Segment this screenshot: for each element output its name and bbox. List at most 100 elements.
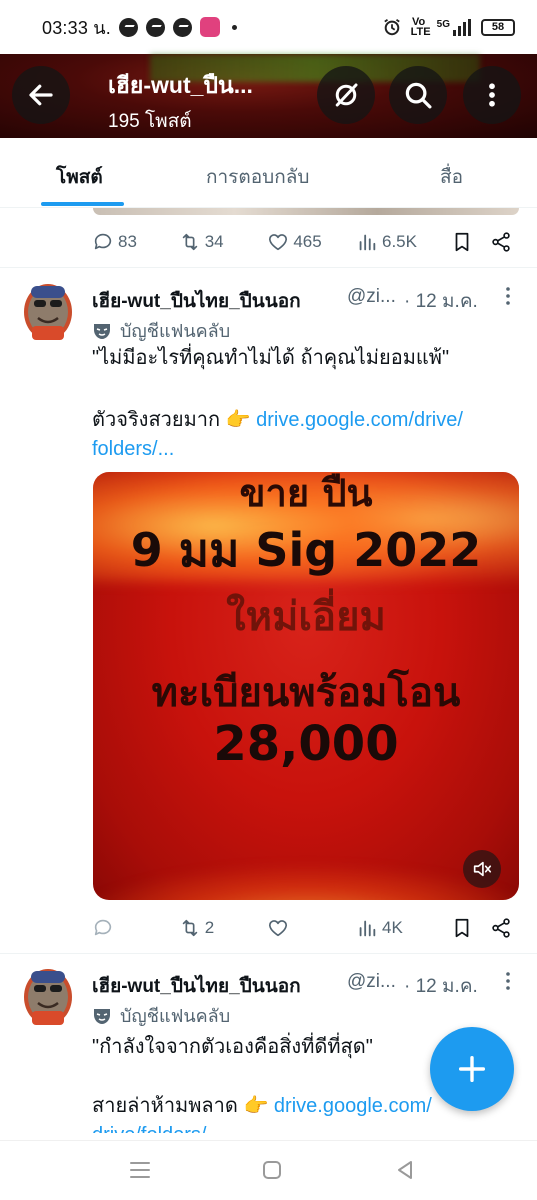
bookmark-icon <box>455 232 468 252</box>
volume-muted-icon <box>473 861 492 877</box>
fan-account-label: บัญชีแฟนคลับ <box>92 316 230 345</box>
arrow-left-icon <box>29 84 53 106</box>
share-icon <box>492 232 510 252</box>
reply-button[interactable]: 83 <box>92 231 179 253</box>
tweet-link[interactable]: drive.google.com/ <box>274 1095 432 1117</box>
bookmark-icon <box>455 918 468 938</box>
tweet-text-line: ตัวจริงสวยมาก 👉 drive.google.com/drive/ <box>92 406 522 435</box>
fan-account-label: บัญชีแฟนคลับ <box>92 1001 230 1030</box>
views-button[interactable]: 6.5K <box>356 231 451 253</box>
video-text-line: 9 มม Sig 2022 <box>130 523 482 577</box>
reply-icon <box>94 919 112 936</box>
fan-account-text: บัญชีแฟนคลับ <box>120 321 231 341</box>
messenger-icon <box>145 17 165 37</box>
fan-account-text: บัญชีแฟนคลับ <box>120 1006 231 1026</box>
reply-button[interactable] <box>92 917 179 939</box>
volte-icon: Vo LTE <box>410 16 431 38</box>
back-nav-icon[interactable] <box>392 1157 418 1183</box>
messenger-icon <box>118 17 138 37</box>
retweet-count: 34 <box>204 232 224 251</box>
fire-effect <box>93 862 519 900</box>
tweet-more-icon[interactable] <box>501 285 515 307</box>
author-name[interactable]: เฮีย-wut_ปืนไทย_ปืนนอก <box>92 971 301 1001</box>
views-button[interactable]: 4K <box>356 917 451 939</box>
tweet-link-continued[interactable]: folders/... <box>92 435 522 464</box>
profile-header: เฮีย-wut_ปืน... 195 โพสต์ <box>0 54 537 138</box>
views-count: 6.5K <box>382 232 417 251</box>
tweet-date[interactable]: · 12 ม.ค. <box>404 286 478 316</box>
more-options-button[interactable] <box>463 66 521 124</box>
reply-count: 83 <box>118 232 137 251</box>
retweet-button[interactable]: 2 <box>179 917 268 939</box>
tweet-text-prefix: ตัวจริงสวยมาก 👉 <box>92 409 257 431</box>
share-button[interactable] <box>490 917 512 939</box>
tweet-actions: 2 4K <box>92 913 512 943</box>
system-navigation-bar <box>0 1140 537 1200</box>
tab-replies[interactable]: การตอบกลับ <box>206 162 309 192</box>
tweet-video[interactable]: ขาย ปืน 9 มม Sig 2022 ใหม่เอี่ยม ทะเบียน… <box>93 472 519 900</box>
status-time: 03:33 น. <box>42 17 111 38</box>
mask-icon <box>94 1008 110 1024</box>
heart-icon <box>269 920 288 937</box>
retweet-count: 2 <box>204 918 215 937</box>
tweet-link-continued[interactable]: drive/folders/... <box>92 1121 522 1133</box>
video-text-line: ใหม่เอี่ยม <box>226 594 386 640</box>
video-text-line: ทะเบียนพร้อมโอน <box>151 670 461 716</box>
mask-icon <box>94 323 110 339</box>
heart-icon <box>269 234 288 251</box>
retweet-button[interactable]: 34 <box>179 231 268 253</box>
bookmark-button[interactable] <box>451 917 490 939</box>
more-vertical-icon <box>489 83 495 107</box>
post-count: 195 โพสต์ <box>108 111 192 132</box>
share-button[interactable] <box>490 231 512 253</box>
avatar[interactable] <box>22 967 74 1029</box>
network-type-label: 5G <box>436 18 450 30</box>
views-chart-icon <box>359 234 376 251</box>
tweet-date[interactable]: · 12 ม.ค. <box>404 971 478 1001</box>
avatar[interactable] <box>22 282 74 344</box>
previous-tweet-actions: 83 34 465 6.5K <box>92 227 512 257</box>
grok-icon <box>335 83 358 107</box>
grok-button[interactable] <box>317 66 375 124</box>
previous-tweet-media[interactable] <box>93 208 519 215</box>
compose-button[interactable] <box>430 1027 514 1111</box>
tab-media[interactable]: สื่อ <box>440 162 463 192</box>
tweet-link[interactable]: drive.google.com/drive/ <box>256 409 463 431</box>
share-icon <box>492 918 510 938</box>
tweet-divider <box>0 267 537 268</box>
profile-name-title: เฮีย-wut_ปืน... <box>108 72 253 98</box>
signal-icon: 5G <box>436 18 471 36</box>
status-bar: 03:33 น. Vo LTE 5G 58 <box>0 0 537 54</box>
retweet-icon <box>182 919 197 937</box>
views-count: 4K <box>382 918 403 937</box>
home-icon[interactable] <box>259 1157 285 1183</box>
recent-apps-icon[interactable] <box>127 1157 153 1183</box>
tab-posts[interactable]: โพสต์ <box>56 162 103 192</box>
author-name[interactable]: เฮีย-wut_ปืนไทย_ปืนนอก <box>92 286 301 316</box>
author-handle[interactable]: @zi... <box>347 971 396 993</box>
tweet-more-icon[interactable] <box>501 970 515 992</box>
search-icon <box>405 82 432 109</box>
like-button[interactable] <box>267 917 356 939</box>
author-handle[interactable]: @zi... <box>347 286 396 308</box>
back-button[interactable] <box>12 66 70 124</box>
plus-icon <box>458 1055 486 1083</box>
mute-button[interactable] <box>463 850 501 888</box>
reply-icon <box>94 233 112 250</box>
tweet-divider <box>0 953 537 954</box>
like-button[interactable]: 465 <box>267 231 356 253</box>
tweet-text-prefix: สายล่าห้ามพลาด 👉 <box>92 1095 274 1117</box>
messenger-icon <box>172 17 192 37</box>
video-text-price: 28,000 <box>213 716 399 772</box>
alarm-icon <box>383 19 400 36</box>
bookmark-button[interactable] <box>451 231 490 253</box>
more-notifications-icon <box>231 24 237 30</box>
battery-indicator: 58 <box>481 18 515 36</box>
profile-tabs: โพสต์ การตอบกลับ สื่อ <box>0 138 537 208</box>
active-tab-indicator <box>41 202 124 206</box>
app-notification-icon <box>199 17 220 37</box>
like-count: 465 <box>293 232 322 251</box>
tweet-text-line: "ไม่มีอะไรที่คุณทำไม่ได้ ถ้าคุณไม่ยอมแพ้… <box>92 347 450 369</box>
views-chart-icon <box>359 920 376 937</box>
search-button[interactable] <box>389 66 447 124</box>
